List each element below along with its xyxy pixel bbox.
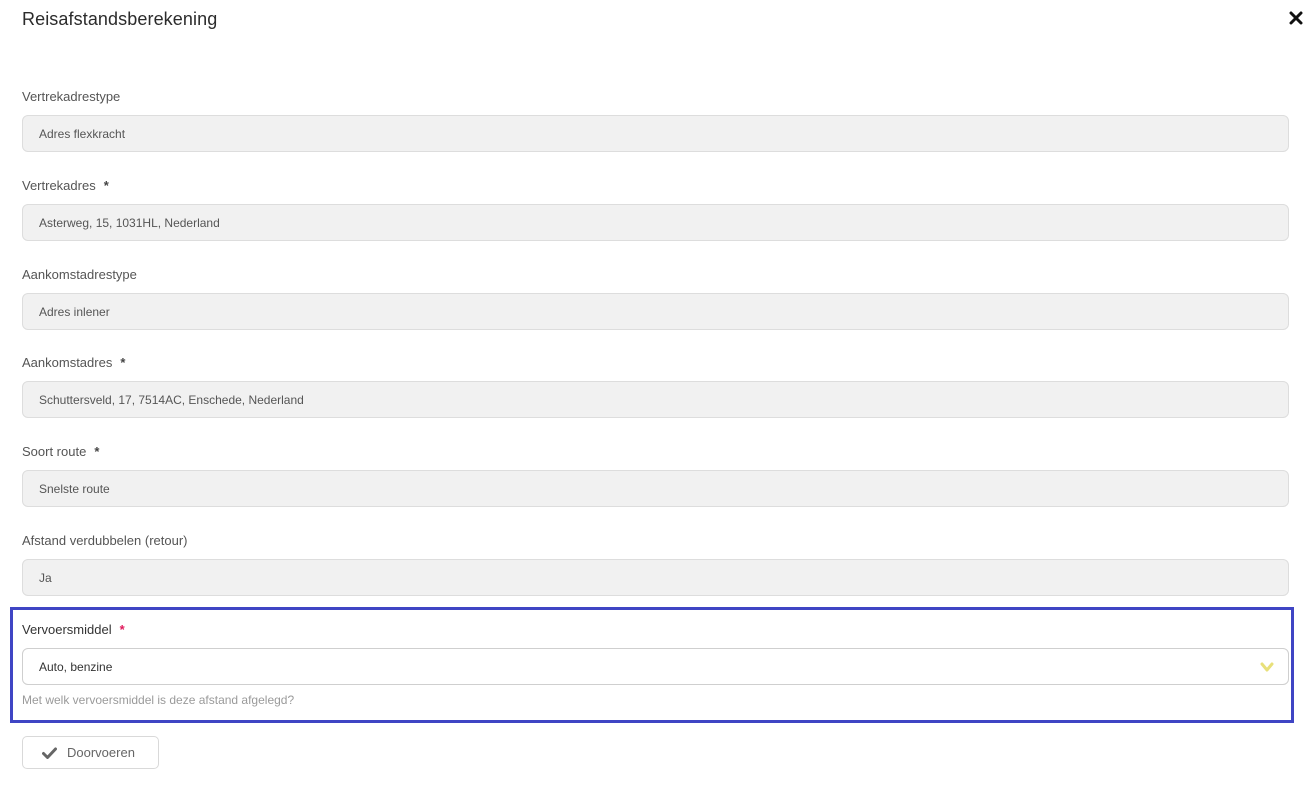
close-icon[interactable] (1289, 10, 1303, 26)
required-marker: * (120, 355, 126, 370)
check-icon (42, 747, 57, 759)
submit-button-label: Doorvoeren (67, 745, 135, 760)
dialog-title: Reisafstandsberekening (22, 9, 218, 29)
vervoersmiddel-label: Vervoersmiddel * (22, 622, 125, 637)
field-label: Aankomstadres * (22, 355, 126, 370)
vertrekadrestype-input[interactable]: Adres flexkracht (22, 115, 1289, 152)
travel-distance-dialog: Reisafstandsberekening Vertrekadrestype … (0, 0, 1304, 785)
vertrekadres-input[interactable]: Asterweg, 15, 1031HL, Nederland (22, 204, 1289, 241)
aankomstadrestype-input[interactable]: Adres inlener (22, 293, 1289, 330)
afstand-verdubbelen-input[interactable]: Ja (22, 559, 1289, 596)
field-label: Vertrekadrestype (22, 89, 121, 104)
chevron-down-icon (1260, 662, 1274, 672)
soort-route-input[interactable]: Snelste route (22, 470, 1289, 507)
field-label: Vertrekadres * (22, 178, 109, 193)
select-value: Auto, benzine (39, 660, 113, 674)
aankomstadres-input[interactable]: Schuttersveld, 17, 7514AC, Enschede, Ned… (22, 381, 1289, 418)
required-marker: * (94, 444, 100, 459)
field-label: Aankomstadrestype (22, 267, 137, 282)
field-label: Afstand verdubbelen (retour) (22, 533, 188, 548)
help-text: Met welk vervoersmiddel is deze afstand … (22, 693, 295, 707)
field-label: Soort route * (22, 444, 100, 459)
vervoersmiddel-select[interactable]: Auto, benzine (22, 648, 1289, 685)
submit-button[interactable]: Doorvoeren (22, 736, 159, 769)
required-marker: * (119, 622, 125, 637)
required-marker: * (103, 178, 109, 193)
